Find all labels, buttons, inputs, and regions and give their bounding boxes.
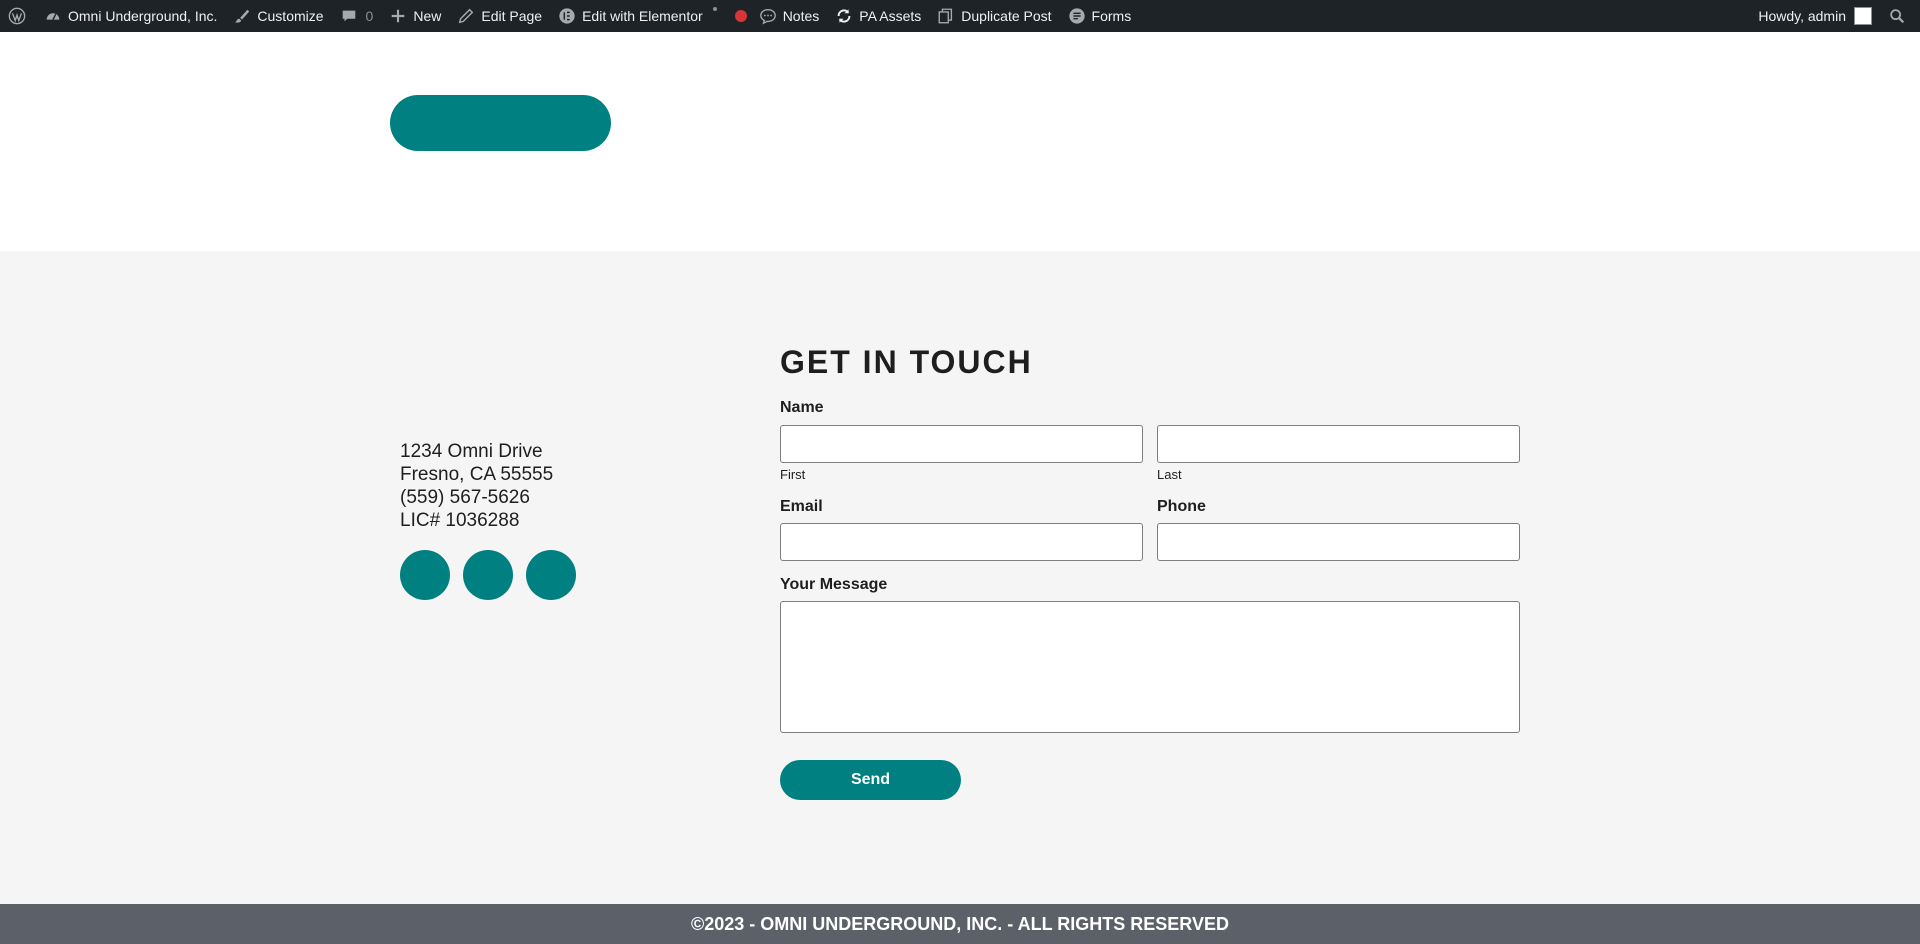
edit-page-label: Edit Page [481,8,543,24]
address-line: 1234 Omni Drive [400,441,543,462]
pa-assets-link[interactable]: PA Assets [827,0,929,32]
contact-heading: GET IN TOUCH [780,344,1033,380]
howdy-label: Howdy, admin [1758,8,1846,24]
wordpress-menu[interactable] [0,0,36,32]
status-dot [734,10,747,22]
first-sublabel: First [780,467,806,482]
sync-icon [835,7,853,25]
address-line: Fresno, CA 55555 [400,464,554,485]
social-links [400,550,576,600]
dashboard-icon [44,7,62,25]
phone-number: (559) 567-5626 [400,487,530,508]
duplicate-post-link[interactable]: Duplicate Post [929,0,1059,32]
license-number: LIC# 1036288 [400,510,520,531]
first-name-field[interactable] [780,425,1143,463]
send-button[interactable]: Send [780,760,961,800]
contact-section: 1234 Omni Drive Fresno, CA 55555 (559) 5… [0,251,1920,904]
comments-link[interactable]: 0 [332,0,382,32]
site-name-link[interactable]: Omni Underground, Inc. [36,0,225,32]
new-label: New [413,8,442,24]
customize-link[interactable]: Customize [225,0,331,32]
plus-icon [389,7,407,25]
forms-link[interactable]: Forms [1060,0,1140,32]
wordpress-icon [8,7,26,25]
forms-icon [1068,7,1086,25]
hero-button[interactable] [390,95,611,151]
pa-assets-label: PA Assets [859,8,922,24]
new-content-link[interactable]: New [381,0,449,32]
message-field[interactable] [780,601,1520,733]
address-block: 1234 Omni Drive Fresno, CA 55555 (559) 5… [400,440,553,532]
notes-link[interactable]: Notes [751,0,828,32]
duplicate-icon [937,7,955,25]
social-link-2[interactable] [463,550,513,600]
email-field[interactable] [780,523,1143,561]
customize-label: Customize [257,8,324,24]
duplicate-post-label: Duplicate Post [961,8,1052,24]
phone-label: Phone [1157,498,1206,515]
comment-icon [340,7,358,25]
social-link-3[interactable] [526,550,576,600]
forms-label: Forms [1091,8,1132,24]
notes-label: Notes [782,8,820,24]
notes-icon [759,7,777,25]
elementor-icon [558,7,576,25]
edit-elementor-label: Edit with Elementor [582,8,703,24]
admin-bar: Omni Underground, Inc. Customize 0 New E… [0,0,1920,32]
phone-field[interactable] [1157,523,1520,561]
site-name-label: Omni Underground, Inc. [68,8,218,24]
admin-bar-right: Howdy, admin [1750,0,1920,32]
message-label: Your Message [780,576,888,593]
search-icon [1888,7,1906,25]
my-account-link[interactable]: Howdy, admin [1750,0,1880,32]
name-label: Name [780,399,824,416]
elementor-dot [712,7,717,11]
social-link-1[interactable] [400,550,450,600]
edit-elementor-link[interactable]: Edit with Elementor [550,0,725,32]
footer-copyright: ©2023 - OMNI UNDERGROUND, INC. - ALL RIG… [0,904,1920,944]
pencil-icon [457,7,475,25]
comments-count: 0 [365,8,374,24]
last-sublabel: Last [1157,467,1182,482]
search-button[interactable] [1880,0,1920,32]
last-name-field[interactable] [1157,425,1520,463]
brush-icon [233,7,251,25]
email-label: Email [780,498,823,515]
edit-page-link[interactable]: Edit Page [449,0,550,32]
avatar [1854,7,1872,25]
